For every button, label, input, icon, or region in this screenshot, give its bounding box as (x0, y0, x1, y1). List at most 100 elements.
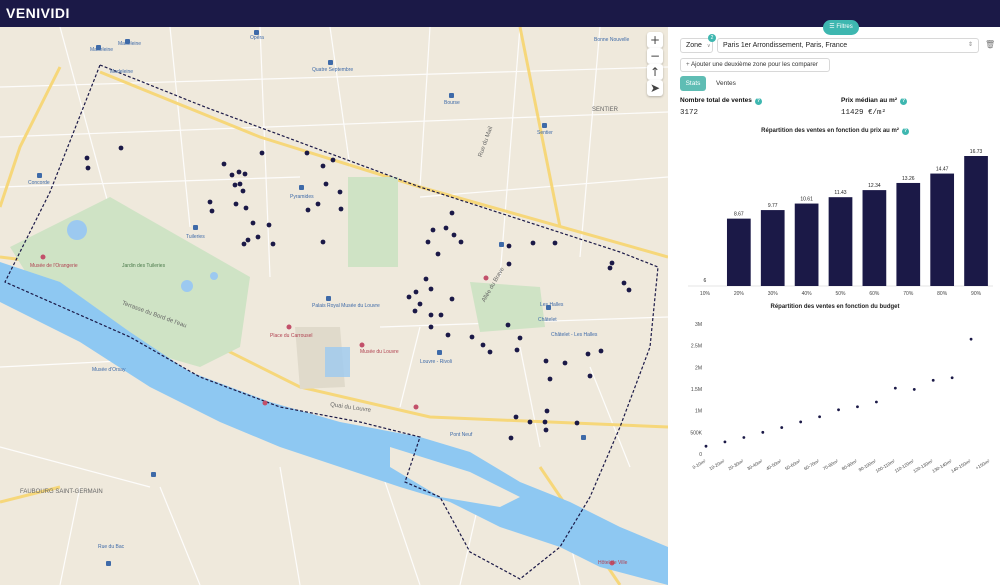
price-bar[interactable] (930, 173, 955, 286)
locate-button[interactable]: ➤ (647, 80, 663, 96)
map-label-opera: Opéra (250, 35, 264, 41)
map-label-sentier: SENTIER (592, 107, 619, 113)
scatter-ytick-label: 3M (695, 322, 702, 328)
bar-tick-label: 20% (734, 291, 745, 297)
scatter-point[interactable] (969, 337, 973, 341)
bar-data-label: 6 (704, 278, 707, 284)
bar-data-label: 13.26 (902, 176, 915, 182)
map-label-hotel-paris: Hôtel de Ville (598, 560, 628, 566)
price-bar[interactable] (862, 190, 887, 286)
scatter-point[interactable] (875, 400, 878, 404)
median-price-value: 11429 €/m² (841, 109, 887, 117)
scatter-point[interactable] (912, 388, 916, 391)
map-label-bourse: Bourse (444, 100, 460, 106)
scatter-point[interactable] (837, 408, 840, 412)
scatter-xtick-label: 30-40m² (746, 458, 763, 471)
zone-count-badge: 2 (708, 34, 716, 42)
zone-search-input[interactable]: Paris 1er Arrondissement, Paris, France … (717, 38, 979, 53)
map-label-palais-royal: Palais Royal Musée du Louvre (312, 303, 380, 309)
bar-tick-label: 60% (869, 291, 880, 297)
bar-data-label: 8.67 (734, 212, 744, 218)
map-label-saint-germain: FAUBOURG SAINT-GERMAIN (20, 489, 103, 495)
bar-data-label: 16.73 (970, 149, 983, 155)
zone-input-value: Paris 1er Arrondissement, Paris, France (723, 42, 848, 49)
scatter-point[interactable] (780, 426, 784, 429)
budget-chart-title: Répartition des ventes en fonction du bu… (770, 304, 900, 310)
scatter-ytick-label: 1.5M (691, 387, 702, 393)
price-bar-chart: 6 10% 8.67 20% 9.77 30% 10.61 40% 11.43 50% 12.34 6… (688, 149, 993, 297)
scatter-point[interactable] (893, 386, 897, 390)
bar-tick-label: 90% (971, 291, 982, 297)
scatter-point[interactable] (818, 415, 821, 419)
price-bar[interactable] (828, 197, 853, 286)
bar-data-label: 14.47 (936, 167, 949, 173)
scatter-point[interactable] (742, 436, 746, 439)
map-label-madeleine-3: Madeleine (118, 41, 142, 47)
filters-button[interactable]: ☰ Filtres (823, 20, 859, 35)
median-price-title-text: Prix médian au m² (841, 97, 897, 104)
zoom-out-button[interactable]: − (647, 48, 663, 64)
bar-tick-label: 40% (802, 291, 813, 297)
scatter-point[interactable] (761, 430, 765, 434)
map-label-sentier-metro: Sentier (537, 130, 553, 136)
scatter-point[interactable] (856, 405, 859, 409)
map-label-bonne-nouvelle: Bonne Nouvelle (594, 37, 630, 43)
scatter-xtick-label: 10-20m² (708, 458, 725, 471)
price-bar[interactable] (964, 156, 988, 286)
total-sales-title: Nombre total de ventes? (680, 97, 762, 105)
bar-data-label: 9.77 (768, 203, 778, 209)
scatter-ytick-label: 1M (695, 409, 702, 415)
scatter-xtick-label: 100-110m² (875, 458, 896, 473)
sliders-icon: ☰ (829, 24, 835, 30)
scatter-xtick-label: 20-30m² (727, 458, 744, 471)
scatter-xtick-label: 140-150m² (950, 458, 972, 473)
price-bar[interactable] (794, 203, 819, 286)
map-label-pyramides: Pyramides (290, 194, 314, 200)
compass-button[interactable]: ↑ (647, 64, 663, 80)
scatter-ytick-label: 2M (695, 365, 702, 371)
map-label-orangerie: Musée de l'Orangerie (30, 263, 78, 269)
add-zone-button[interactable]: + Ajouter une deuxième zone pour les com… (680, 58, 830, 72)
map-label-les-halles: Les Halles (540, 302, 564, 308)
zoom-in-button[interactable]: + (647, 32, 663, 48)
scatter-point[interactable] (931, 378, 935, 382)
scatter-point[interactable] (950, 376, 954, 380)
tab-stats[interactable]: Stats (680, 76, 706, 91)
scatter-xtick-label: 0-10m² (692, 458, 707, 470)
scatter-xtick-label: 130-140m² (931, 458, 953, 473)
map-label-madeleine: Madeleine (90, 47, 114, 53)
map-label-louvre-rivoli: Louvre - Rivoli (420, 359, 452, 365)
info-icon[interactable]: ? (754, 98, 762, 105)
map-label-tuileries: Tuileries (186, 234, 205, 240)
scatter-xtick-label: 110-120m² (894, 458, 915, 473)
tab-ventes[interactable]: Ventes (712, 76, 740, 91)
price-bar[interactable] (896, 182, 921, 286)
price-bar[interactable] (726, 218, 751, 286)
map-label-jardin-tuileries: Jardin des Tuileries (122, 263, 166, 269)
map-view[interactable]: + − ↑ ➤ Madeleine Madeleine Madeleine Op… (0, 27, 668, 585)
scatter-ytick-label: 500K (690, 430, 702, 436)
scatter-xtick-label: 40-50m² (765, 458, 782, 471)
scatter-xtick-label: 80-90m² (841, 458, 858, 471)
median-price-title: Prix médian au m²? (841, 97, 907, 105)
map-label-chatelet-les-halles: Châtelet - Les Halles (551, 332, 598, 338)
filters-label: Filtres (836, 24, 853, 30)
plus-icon: + (686, 61, 690, 68)
budget-scatter-chart: 0 500K 1M 1.5M 2M 2.5M 3M 0-10m² 10-20m² 20-30m² 3… (690, 322, 991, 474)
scatter-point[interactable] (704, 444, 708, 448)
scatter-point[interactable] (799, 420, 803, 424)
scatter-xtick-label: 70-80m² (822, 458, 839, 471)
total-sales-title-text: Nombre total de ventes (680, 97, 752, 104)
bar-tick-label: 30% (768, 291, 779, 297)
sort-icon: ⇕ (967, 42, 973, 48)
info-icon[interactable]: ? (900, 98, 907, 105)
map-label-pont-neuf: Pont Neuf (450, 432, 473, 438)
price-chart-title: Répartition des ventes en fonction du pr… (680, 128, 990, 135)
app-logo[interactable]: VENIVIDI (6, 5, 70, 21)
price-bar[interactable] (760, 210, 785, 286)
map-label-orsay: Musée d'Orsay (92, 367, 126, 373)
trash-icon[interactable]: 🗑 (985, 40, 995, 49)
scatter-point[interactable] (723, 440, 727, 444)
map-label-bac: Rue du Bac (98, 544, 125, 550)
info-icon[interactable]: ? (901, 128, 909, 135)
